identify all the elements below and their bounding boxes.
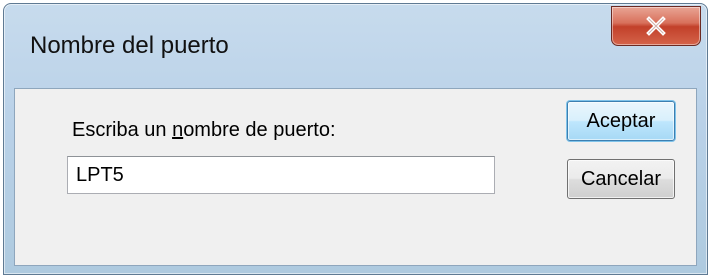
accept-button[interactable]: Aceptar (567, 101, 675, 141)
port-name-label: Escriba un nombre de puerto: (72, 119, 336, 142)
close-icon (646, 16, 666, 36)
dialog-content: Escriba un nombre de puerto: Aceptar Can… (14, 88, 697, 266)
title-bar[interactable]: Nombre del puerto (4, 4, 707, 86)
port-name-input[interactable] (67, 156, 495, 194)
close-button[interactable] (611, 6, 701, 46)
port-name-label-text: Escriba un nombre de puerto: (72, 119, 336, 141)
window-title: Nombre del puerto (30, 32, 229, 59)
dialog-window: Nombre del puerto Escriba un nombre de p… (3, 3, 708, 275)
cancel-button[interactable]: Cancelar (567, 159, 675, 199)
